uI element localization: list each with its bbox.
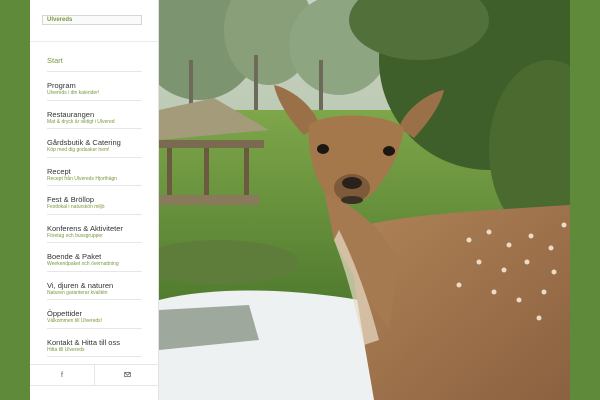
nav-item-label: Vi, djuren & naturen	[47, 280, 114, 290]
nav-item-subtitle: Weekendpaket och övernattning	[47, 261, 119, 267]
nav-item-subtitle: Välkommen till Ulvereds!	[47, 318, 103, 324]
facebook-icon: f	[61, 371, 63, 379]
nav-item-gardsbutik[interactable]: Gårdsbutik & Catering Köp med dig godsak…	[47, 129, 142, 158]
nav-item-label: Kontakt & Hitta till oss	[47, 337, 120, 347]
mail-button[interactable]	[94, 365, 159, 385]
nav-item-kontakt[interactable]: Kontakt & Hitta till oss Hitta till Ulve…	[47, 329, 142, 357]
nav-item-fest-brollop[interactable]: Fest & Bröllop Festlokal i naturskön mil…	[47, 186, 142, 215]
nav-item-subtitle: Hitta till Ulvereds	[47, 346, 85, 353]
nav-item-label: Öppettider	[47, 309, 83, 318]
main-navigation: Start Program Ulvereds i din kalender! R…	[47, 48, 142, 357]
nav-item-start[interactable]: Start	[47, 48, 142, 72]
hero-photo	[159, 0, 570, 400]
nav-item-label: Konferens & Aktiviteter	[47, 223, 123, 233]
facebook-button[interactable]: f	[30, 365, 94, 385]
nav-item-recept[interactable]: Recept Recept från Ulvereds Hjorthägn	[47, 158, 142, 186]
nav-item-restaurangen[interactable]: Restaurangen Mat & dryck är viktigt i Ul…	[47, 101, 142, 129]
nav-item-subtitle: Recept från Ulvereds Hjorthägn	[47, 175, 118, 182]
nav-item-label: Recept	[47, 166, 71, 176]
social-links: f	[30, 364, 159, 386]
nav-item-subtitle: Festlokal i naturskön miljö	[47, 204, 105, 210]
nav-item-label: Program	[47, 81, 76, 90]
nav-item-label: Boende & Paket	[47, 252, 102, 261]
nav-item-subtitle: Naturen garanterar kvalitén	[47, 289, 108, 296]
deer-photo-illustration	[159, 0, 570, 400]
nav-item-konferens[interactable]: Konferens & Aktiviteter Företag och buss…	[47, 215, 142, 243]
nav-item-subtitle: Ulvereds i din kalender!	[47, 90, 100, 96]
nav-item-vi-djuren[interactable]: Vi, djuren & naturen Naturen garanterar …	[47, 272, 142, 300]
mail-icon	[123, 371, 131, 380]
nav-item-label: Fest & Bröllop	[47, 195, 95, 204]
nav-item-label: Restaurangen	[47, 109, 95, 119]
nav-item-subtitle: Företag och bussgrupper	[47, 232, 103, 239]
nav-item-label: Start	[47, 56, 63, 65]
nav-item-label: Gårdsbutik & Catering	[47, 138, 121, 147]
nav-item-program[interactable]: Program Ulvereds i din kalender!	[47, 72, 142, 101]
divider	[30, 41, 159, 42]
page-frame-right	[570, 0, 600, 400]
site-logo[interactable]: Ulvereds	[42, 15, 142, 25]
sidebar: Ulvereds Start Program Ulvereds i din ka…	[30, 0, 159, 400]
nav-item-oppettider[interactable]: Öppettider Välkommen till Ulvereds!	[47, 300, 142, 329]
nav-item-boende[interactable]: Boende & Paket Weekendpaket och övernatt…	[47, 243, 142, 272]
nav-item-subtitle: Mat & dryck är viktigt i Ulvered	[47, 118, 115, 125]
nav-item-subtitle: Köp med dig godsaker hem!	[47, 147, 110, 153]
